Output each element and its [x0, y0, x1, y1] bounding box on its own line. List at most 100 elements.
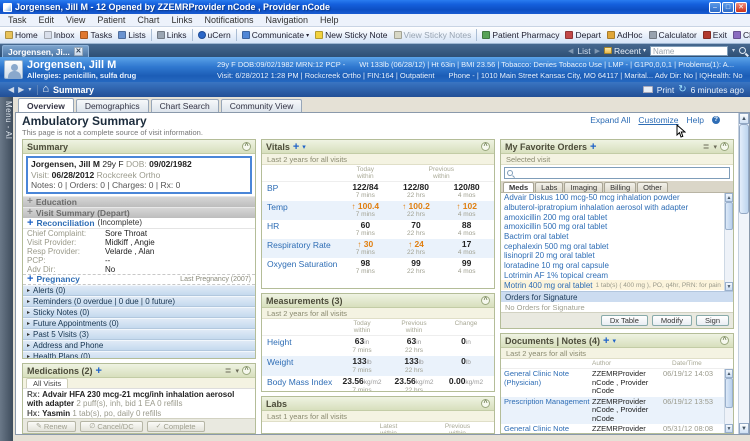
tab-chart-search[interactable]: Chart Search: [150, 99, 219, 112]
print-label[interactable]: Print: [657, 85, 674, 95]
order-item-selected[interactable]: Motrin 400 mg oral tablet 1 tab(s) ( 400 …: [501, 280, 724, 290]
tasks-button[interactable]: Tasks: [77, 29, 115, 41]
page-scrollbar[interactable]: ▲ ▼: [738, 113, 749, 434]
search-icon[interactable]: [739, 47, 746, 54]
calculator-button[interactable]: Calculator: [646, 29, 700, 41]
menu-links[interactable]: Links: [165, 15, 198, 25]
patient-pharmacy-button[interactable]: Patient Pharmacy: [479, 29, 562, 41]
communicate-button[interactable]: Communicate ▾: [239, 29, 312, 41]
expander-future-appointments[interactable]: ▸ Future Appointments (0): [23, 317, 255, 329]
medication-row[interactable]: Rx: Advair HFA 230 mcg-21 mcg/inh inhala…: [23, 389, 255, 408]
renew-button[interactable]: ✎ Renew: [27, 420, 77, 432]
refresh-icon[interactable]: ↻: [678, 84, 686, 95]
expander-reminders[interactable]: ▸ Reminders (0 overdue | 0 due | 0 future…: [23, 295, 255, 307]
tab-overview[interactable]: Overview: [18, 98, 74, 112]
vital-link[interactable]: BP: [264, 183, 340, 193]
favorite-orders-collapse-icon[interactable]: ^: [720, 142, 729, 151]
measurement-link[interactable]: Weight: [264, 357, 336, 375]
favorite-orders-menu-icon[interactable]: ≣: [703, 142, 711, 151]
expander-past-visits[interactable]: ▸ Past 5 Visits (3): [23, 328, 255, 340]
document-row[interactable]: Prescription Management ZZEMRProvider nC…: [501, 396, 724, 424]
menu-sidebar-strip[interactable]: Menu - Al: [0, 97, 13, 441]
menu-notifications[interactable]: Notifications: [198, 15, 259, 25]
page-scroll-down-icon[interactable]: ▼: [739, 423, 749, 434]
summary-collapse-icon[interactable]: ^: [242, 142, 251, 151]
order-search-input[interactable]: [504, 167, 730, 179]
vital-link[interactable]: Oxygen Saturation: [264, 259, 340, 269]
vitals-caret-icon[interactable]: ▾: [302, 143, 306, 151]
order-item[interactable]: lisinopril 20 mg oral tablet: [501, 251, 724, 261]
sign-button[interactable]: Sign: [695, 315, 729, 326]
documents-add-icon[interactable]: +: [603, 335, 609, 346]
tab-community-view[interactable]: Community View: [220, 99, 303, 112]
measurement-link[interactable]: Height: [264, 337, 336, 355]
medications-add-icon[interactable]: +: [96, 365, 102, 376]
order-item[interactable]: Advair Diskus 100 mcg-50 mcg inhalation …: [501, 193, 724, 203]
page-scroll-up-icon[interactable]: ▲: [739, 113, 749, 124]
vitals-collapse-icon[interactable]: ^: [481, 142, 490, 151]
nav-back-icon[interactable]: ◀: [6, 85, 16, 94]
vitals-add-icon[interactable]: +: [293, 141, 299, 152]
expander-address-phone[interactable]: ▸ Address and Phone: [23, 339, 255, 351]
tab-billing[interactable]: Billing: [604, 182, 637, 192]
document-name-link[interactable]: General Clinic Note (Physician): [504, 369, 592, 396]
order-item[interactable]: Bactrim oral tablet: [501, 232, 724, 242]
medications-tab-all-visits[interactable]: All Visits: [26, 378, 69, 388]
exit-button[interactable]: Exit: [700, 29, 730, 41]
menu-view[interactable]: View: [60, 15, 91, 25]
measurement-link[interactable]: Body Mass Index: [264, 377, 336, 391]
menu-patient[interactable]: Patient: [91, 15, 131, 25]
help-icon[interactable]: ?: [712, 116, 720, 124]
tab-demographics[interactable]: Demographics: [75, 99, 149, 112]
reconciliation-action[interactable]: + Reconciliation (Incomplete): [23, 217, 255, 229]
page-scroll-thumb[interactable]: [739, 124, 749, 214]
home-button[interactable]: Home: [2, 29, 41, 41]
favorite-orders-add-icon[interactable]: +: [590, 141, 596, 152]
expander-sticky-notes[interactable]: ▸ Sticky Notes (0): [23, 306, 255, 318]
adhoc-button[interactable]: AdHoc: [604, 29, 646, 41]
links-button[interactable]: Links: [154, 29, 190, 41]
expand-all-link[interactable]: Expand All: [590, 115, 630, 125]
home-page-icon[interactable]: ⌂: [42, 84, 49, 95]
maximize-button[interactable]: □: [722, 1, 734, 13]
scroll-up-icon[interactable]: ▲: [725, 193, 733, 202]
ucern-button[interactable]: uCern: [195, 29, 234, 41]
documents-collapse-icon[interactable]: ^: [720, 336, 729, 345]
visit-summary-action[interactable]: + Visit Summary (Depart): [23, 206, 255, 218]
scroll-up-icon[interactable]: ▲: [725, 369, 733, 378]
document-name-link[interactable]: General Clinic Note (Physician): [504, 424, 592, 433]
expander-health-plans[interactable]: ▸ Health Plans (0): [23, 350, 255, 358]
patient-tab-close-icon[interactable]: ✕: [73, 47, 83, 56]
vital-link[interactable]: Temp: [264, 202, 340, 212]
print-icon[interactable]: [642, 86, 653, 93]
document-name-link[interactable]: Prescription Management: [504, 397, 592, 424]
document-row[interactable]: General Clinic Note (Physician) ZZEMRPro…: [501, 424, 724, 433]
patient-chart-tab[interactable]: Jorgensen, Ji... ✕: [2, 45, 89, 57]
documents-caret-icon[interactable]: ▾: [612, 337, 616, 345]
menu-task[interactable]: Task: [2, 15, 33, 25]
labs-collapse-icon[interactable]: ^: [481, 399, 490, 408]
cancel-dc-button[interactable]: ∅ Cancel/DC: [80, 420, 143, 432]
education-action[interactable]: + Education: [23, 195, 255, 207]
help-link[interactable]: Help: [687, 115, 704, 125]
expander-alerts[interactable]: ▸ Alerts (0): [23, 284, 255, 296]
menu-navigation[interactable]: Navigation: [259, 15, 314, 25]
tab-other[interactable]: Other: [637, 182, 668, 192]
order-item[interactable]: amoxicillin 200 mg oral tablet: [501, 212, 724, 222]
menu-chart[interactable]: Chart: [131, 15, 165, 25]
patient-summary-card[interactable]: Jorgensen, Jill M 29y F DOB: 09/02/1982 …: [26, 156, 252, 194]
tab-imaging[interactable]: Imaging: [564, 182, 604, 192]
nav-history-caret-icon[interactable]: ▾: [26, 86, 33, 93]
list-label[interactable]: List: [577, 46, 590, 56]
customize-link[interactable]: Customize: [638, 115, 678, 125]
vital-link[interactable]: Respiratory Rate: [264, 240, 340, 250]
search-caret-icon[interactable]: ▾: [732, 47, 735, 54]
close-button[interactable]: ✕: [735, 1, 747, 13]
measurements-collapse-icon[interactable]: ^: [481, 296, 490, 305]
medication-row[interactable]: Hx: Yasmin 1 tab(s), po, daily 0 refills: [23, 408, 255, 418]
menu-edit[interactable]: Edit: [33, 15, 61, 25]
modify-button[interactable]: Modify: [651, 315, 692, 326]
order-item[interactable]: Lotrimin AF 1% topical cream: [501, 271, 724, 281]
nav-forward-icon[interactable]: ▶: [16, 85, 26, 94]
medications-collapse-icon[interactable]: ^: [242, 366, 251, 375]
